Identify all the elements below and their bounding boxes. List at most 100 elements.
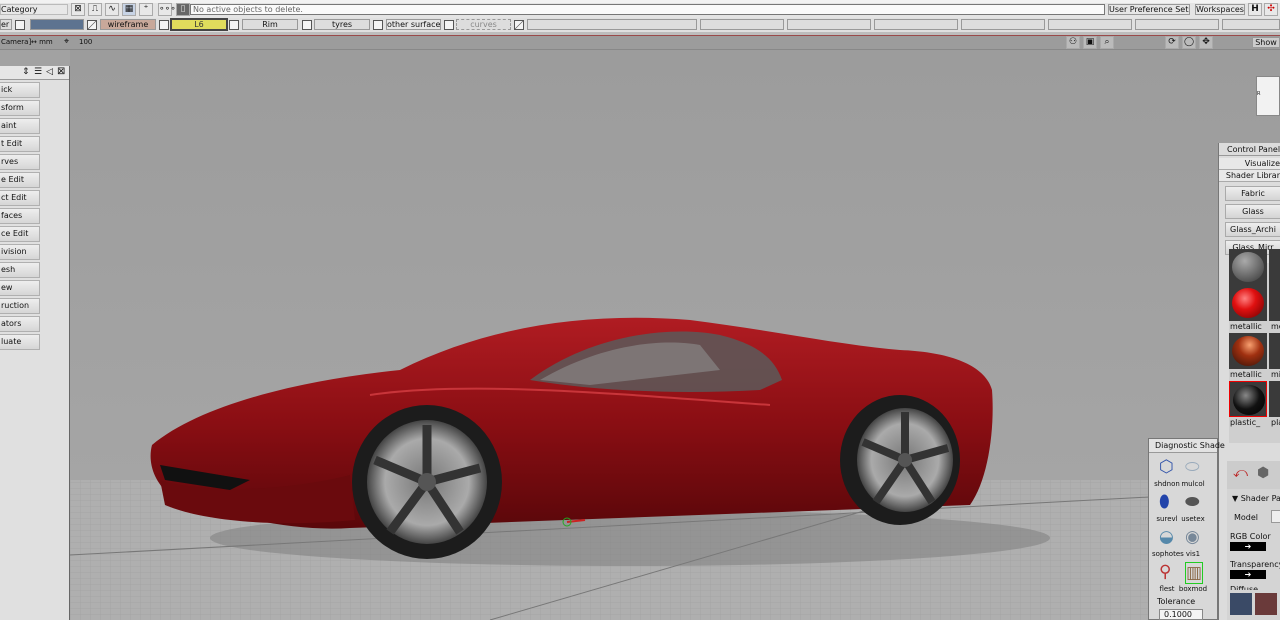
layer-checkbox[interactable] (373, 20, 383, 30)
shader-category-button[interactable]: Fabric (1225, 186, 1280, 201)
layer-checkbox[interactable] (229, 20, 239, 30)
layer-tyres[interactable]: tyres (314, 19, 370, 30)
layer-checkbox[interactable] (302, 20, 312, 30)
palette-tab[interactable]: aint (0, 118, 40, 134)
sophotes-icon[interactable]: ◒ (1159, 527, 1174, 547)
palette-tab[interactable]: ct Edit (0, 190, 40, 206)
surevl-icon[interactable]: ⬮ (1159, 492, 1170, 512)
layer-empty[interactable] (787, 19, 871, 30)
palette-tab[interactable]: e Edit (0, 172, 40, 188)
video-icon[interactable]: ▣ (1083, 36, 1097, 49)
shader-library-tab[interactable]: Shader Librar (1219, 170, 1280, 182)
model-select[interactable] (1271, 510, 1280, 523)
collapse-icon[interactable]: ◁ (46, 67, 53, 77)
texture-icon[interactable] (1230, 593, 1252, 615)
panel-icon[interactable]: ▯ (176, 3, 190, 16)
layer-checkbox[interactable] (15, 20, 25, 30)
assign-icon[interactable]: ⤺ (1233, 465, 1248, 481)
layer-partial[interactable]: er (0, 19, 12, 30)
shader-swatch[interactable] (1229, 333, 1267, 369)
point-icon[interactable]: ⁺ (139, 3, 153, 16)
layer-rim[interactable]: Rim (242, 19, 298, 30)
shader-swatch[interactable] (1269, 381, 1280, 417)
palette-tab[interactable]: luate (0, 334, 40, 350)
magnet-icon[interactable]: ✣ (1264, 3, 1278, 16)
pan-icon[interactable]: ✥ (1199, 36, 1213, 49)
layer-curves[interactable]: curves (456, 19, 511, 30)
pickobjs-icon[interactable]: ⬢ (1257, 465, 1269, 481)
boxmod-icon[interactable]: ▥ (1185, 562, 1204, 584)
palette-tab[interactable]: ce Edit (0, 226, 40, 242)
pick-icon[interactable]: ⎍ (88, 3, 102, 16)
shader-params-header[interactable]: ▼ Shader Pa (1232, 494, 1280, 503)
shader-category-button[interactable]: Glass (1225, 204, 1280, 219)
layer-empty[interactable] (1135, 19, 1219, 30)
layer-empty[interactable] (527, 19, 697, 30)
layer-other-surface[interactable]: other surface (386, 19, 441, 30)
mulcol-icon[interactable]: ⬭ (1185, 457, 1200, 477)
palette-tab[interactable]: sform (0, 100, 40, 116)
layer-checkbox[interactable] (514, 20, 524, 30)
sort-icon[interactable]: ⇕ (22, 67, 30, 77)
layer-empty[interactable] (874, 19, 958, 30)
layer-l6[interactable]: L6 (170, 18, 228, 31)
palette-tab[interactable]: faces (0, 208, 40, 224)
tolerance-input[interactable]: 0.1000 (1159, 609, 1203, 620)
flest-icon[interactable]: ⚲ (1159, 562, 1171, 582)
workspaces-button[interactable]: Workspaces (1195, 4, 1245, 15)
palette-tab[interactable]: ruction (0, 298, 40, 314)
palette-header: ⇕ ☰ ◁ ⊠ (0, 66, 69, 80)
palette-tab[interactable]: ators (0, 316, 40, 332)
show-button[interactable]: Show (1252, 37, 1280, 48)
visualize-tab[interactable]: Visualize (1219, 158, 1280, 170)
layer-checkbox[interactable] (159, 20, 169, 30)
layer-empty[interactable] (1048, 19, 1132, 30)
transparency-swatch[interactable]: ➔ (1230, 570, 1266, 579)
palette-tab[interactable]: rves (0, 154, 40, 170)
palette-tab[interactable]: ick (0, 82, 40, 98)
layer-empty[interactable] (700, 19, 784, 30)
palette-tab[interactable]: t Edit (0, 136, 40, 152)
frame-icon[interactable]: ◯ (1182, 36, 1196, 49)
diffuse-label: Diffuse (1230, 585, 1259, 590)
view-cube[interactable]: R (1256, 76, 1280, 116)
shader-category-button[interactable]: Glass_Archi (1225, 222, 1280, 237)
shader-swatch[interactable] (1229, 285, 1267, 321)
shdnon-icon[interactable]: ⬡ (1159, 457, 1174, 477)
layer-empty[interactable] (961, 19, 1045, 30)
vis1-icon[interactable]: ◉ (1185, 527, 1200, 547)
control-panel-title: Control Panel (1219, 143, 1280, 156)
shader-swatch[interactable] (1269, 249, 1280, 285)
user-preference-sets-button[interactable]: User Preference Sets (1108, 4, 1190, 15)
layer-checkbox[interactable] (444, 20, 454, 30)
category-field[interactable]: Category (0, 4, 68, 15)
h-icon[interactable]: H (1248, 3, 1262, 16)
tumble-icon[interactable]: ⟳ (1165, 36, 1179, 49)
layer-checkbox[interactable] (87, 20, 97, 30)
shader-swatch[interactable] (1269, 285, 1280, 321)
camera-icon[interactable]: ⚇ (1066, 36, 1080, 49)
palette-tab[interactable]: esh (0, 262, 40, 278)
curve-icon[interactable]: ∿ (105, 3, 119, 16)
viewport[interactable] (70, 50, 1280, 620)
layer-default[interactable] (30, 19, 84, 30)
more-icon[interactable]: ∘∘∘ (158, 3, 176, 16)
palette-tab[interactable]: ivision (0, 244, 40, 260)
usetex-icon[interactable]: ⬬ (1185, 492, 1200, 512)
rgb-color-swatch[interactable]: ➔ (1230, 542, 1266, 551)
close-icon[interactable]: ⊠ (57, 66, 65, 77)
shader-ball-icon (1232, 252, 1264, 282)
layer-empty[interactable] (1222, 19, 1280, 30)
shader-swatch-label: mir (1271, 370, 1280, 379)
zoom-icon[interactable]: ⌕ (1100, 36, 1114, 49)
diagnostic-icon-label: mulcol (1181, 480, 1205, 488)
shader-swatch[interactable] (1229, 381, 1267, 417)
shader-swatch[interactable] (1269, 333, 1280, 369)
texture-icon[interactable] (1255, 593, 1277, 615)
palette-tab[interactable]: ew (0, 280, 40, 296)
shader-swatch[interactable] (1229, 249, 1267, 285)
list-icon[interactable]: ☰ (34, 67, 42, 77)
layer-wireframe[interactable]: wireframe (100, 19, 156, 30)
surface-icon[interactable]: ▦ (122, 3, 136, 16)
delete-box-icon[interactable]: ⊠ (71, 3, 85, 16)
